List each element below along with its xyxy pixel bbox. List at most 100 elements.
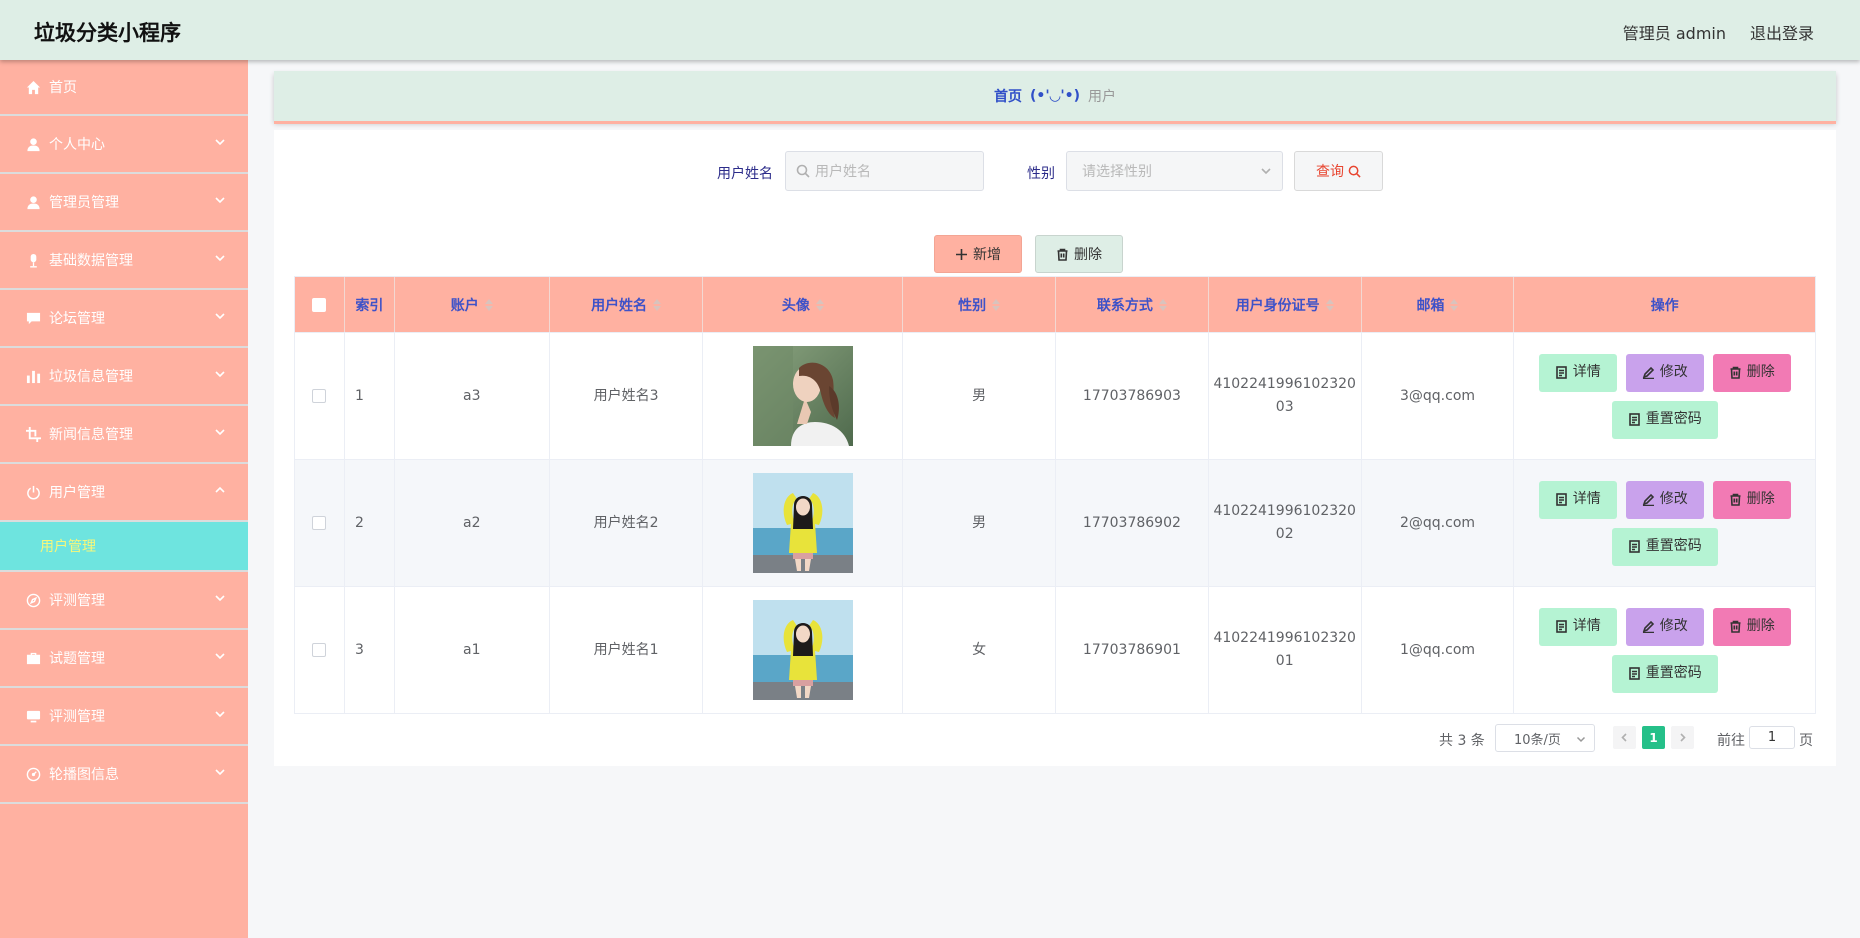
sort-icon[interactable] [815,298,824,311]
idcard-cell: 4102241996102320 02 [1209,460,1362,586]
delete-button[interactable]: 删除 [1712,607,1791,646]
select-all-checkbox[interactable] [312,297,327,312]
gender-cell: 男 [903,333,1057,459]
next-page-button[interactable] [1671,726,1694,749]
sidebar-item-base-data[interactable]: 基础数据管理 [0,232,248,290]
logout-link[interactable]: 退出登录 [1750,20,1814,44]
sidebar-item-evaluation-2[interactable]: 评测管理 [0,688,248,746]
idcard-line-2: 01 [1275,653,1294,669]
sidebar-item-carousel[interactable]: 轮播图信息 [0,746,248,804]
col-idcard-label: 用户身份证号 [1235,297,1320,314]
phone-cell: 17703786903 [1056,333,1209,459]
breadcrumb-separator: (•'◡'•) [1029,88,1081,104]
document-icon [1555,620,1567,633]
add-button[interactable]: 新增 [934,235,1022,273]
sidebar-item-evaluation[interactable]: 评测管理 [0,572,248,630]
col-idcard[interactable]: 用户身份证号 [1209,277,1362,332]
gender-filter-label: 性别 [1027,166,1055,182]
sidebar-item-garbage[interactable]: 垃圾信息管理 [0,348,248,406]
edit-button[interactable]: 修改 [1625,480,1704,519]
goto-page-input[interactable]: 1 [1749,726,1795,749]
sidebar-item-users[interactable]: 用户管理 [0,464,248,522]
sidebar-item-home[interactable]: 首页 [0,60,248,116]
app-title: 垃圾分类小程序 [34,21,181,45]
sidebar-item-label: 论坛管理 [49,311,105,327]
delete-button[interactable]: 删除 [1712,480,1791,519]
crop-icon [25,426,41,442]
name-cell: 用户姓名2 [550,460,704,586]
edit-button[interactable]: 修改 [1625,607,1704,646]
index-cell: 1 [345,333,395,459]
sidebar-item-news[interactable]: 新闻信息管理 [0,406,248,464]
reset-password-button[interactable]: 重置密码 [1611,527,1718,566]
briefcase-icon [25,650,41,666]
row-select-cell [295,333,345,459]
power-icon [25,484,41,500]
detail-button[interactable]: 详情 [1538,480,1617,519]
query-button[interactable]: 查询 [1294,151,1383,191]
chevron-down-icon [214,136,226,148]
row-checkbox[interactable] [312,643,327,657]
chevron-down-icon [214,252,226,264]
detail-button[interactable]: 详情 [1538,353,1617,392]
edit-button-label: 修改 [1659,491,1688,507]
sidebar-item-admins[interactable]: 管理员管理 [0,174,248,232]
reset-password-button[interactable]: 重置密码 [1611,654,1718,693]
page-size-select[interactable]: 10条/页 [1495,724,1595,752]
user-table: 索引 账户 用户姓名 头像 性别 联系方式 用户身份证号 邮箱 操作 1 a3 … [294,276,1816,714]
col-name-label: 用户姓名 [591,297,648,314]
name-search-input[interactable]: 用户姓名 [785,151,984,191]
detail-button-label: 详情 [1572,491,1601,507]
breadcrumb: 首页 (•'◡'•) 用户 [274,71,1836,121]
sort-icon[interactable] [992,298,1001,311]
sidebar-subitem-user-manage[interactable]: 用户管理 [0,522,248,572]
user-icon [25,194,41,210]
monitor-icon [25,708,41,724]
col-name[interactable]: 用户姓名 [550,277,704,332]
col-account[interactable]: 账户 [395,277,550,332]
page-number-current[interactable]: 1 [1642,726,1665,749]
col-gender[interactable]: 性别 [903,277,1056,332]
sidebar: 首页 个人中心 管理员管理 基础数据管理 论坛管理 垃圾信息管理 新闻信息管理 … [0,60,248,938]
chevron-down-icon [1576,733,1586,748]
col-ops-label: 操作 [1650,297,1679,314]
reset-password-label: 重置密码 [1645,665,1702,681]
index-cell: 2 [345,460,395,586]
col-phone[interactable]: 联系方式 [1056,277,1209,332]
sort-icon[interactable] [1158,298,1167,311]
detail-button[interactable]: 详情 [1538,607,1617,646]
batch-delete-button[interactable]: 删除 [1035,235,1123,273]
idcard-cell: 4102241996102320 01 [1209,587,1362,713]
gauge-icon [25,766,41,782]
delete-button-label: 删除 [1746,491,1775,507]
sort-icon[interactable] [1325,298,1334,311]
row-checkbox[interactable] [312,516,327,530]
row-checkbox[interactable] [312,389,327,403]
trash-icon [1730,620,1741,633]
idcard-line-1: 4102241996102320 [1213,630,1356,646]
bar-chart-icon [25,368,41,384]
sort-icon[interactable] [1450,298,1459,311]
batch-delete-label: 删除 [1074,247,1102,263]
sidebar-item-label: 评测管理 [49,593,105,609]
col-email[interactable]: 邮箱 [1362,277,1515,332]
pencil-icon [1642,366,1654,379]
email-cell: 3@qq.com [1362,333,1515,459]
sidebar-item-label: 基础数据管理 [49,253,133,269]
document-icon [1555,366,1567,379]
delete-button[interactable]: 删除 [1712,353,1791,392]
chevron-left-icon [1621,733,1627,742]
col-avatar[interactable]: 头像 [703,277,904,332]
edit-button[interactable]: 修改 [1625,353,1704,392]
sort-icon[interactable] [484,298,493,311]
avatar [752,346,853,446]
prev-page-button[interactable] [1613,726,1636,749]
sort-icon[interactable] [653,298,662,311]
breadcrumb-home[interactable]: 首页 [994,86,1022,106]
reset-password-button[interactable]: 重置密码 [1611,400,1718,439]
detail-button-label: 详情 [1572,618,1601,634]
sidebar-item-forum[interactable]: 论坛管理 [0,290,248,348]
sidebar-item-profile[interactable]: 个人中心 [0,116,248,174]
gender-select[interactable]: 请选择性别 [1066,151,1283,191]
sidebar-item-questions[interactable]: 试题管理 [0,630,248,688]
